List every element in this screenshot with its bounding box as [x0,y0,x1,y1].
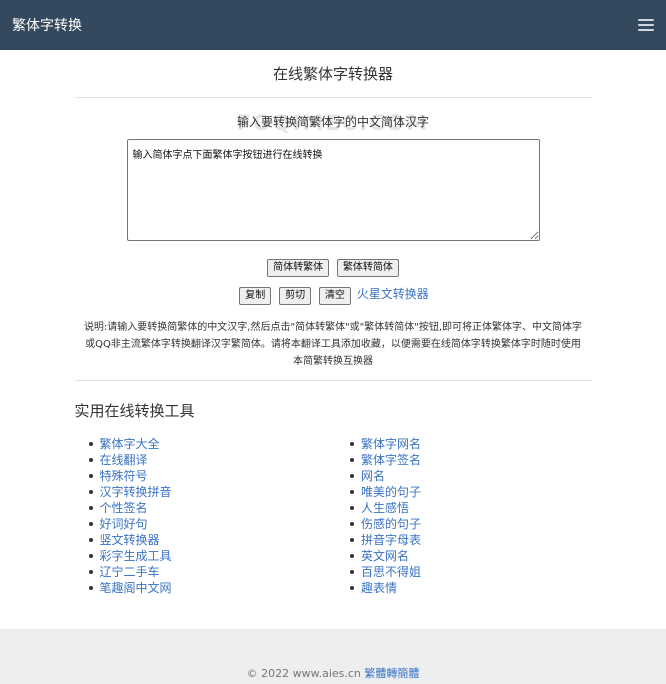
tool-link[interactable]: 辽宁二手车 [100,565,160,579]
tool-link[interactable]: 唯美的句子 [361,485,421,499]
tool-link[interactable]: 百思不得姐 [361,565,421,579]
divider [74,380,592,381]
tool-link[interactable]: 伤感的句子 [361,517,421,531]
list-item: 辽宁二手车 [88,564,334,580]
main-container: 在线繁体字转换器 FOQIMEC.COM 输入要转换简繁体字的中文简体汉字 输入… [74,63,592,596]
tool-link[interactable]: 汉字转换拼音 [100,485,172,499]
list-item: 百思不得姐 [350,564,592,580]
tool-link[interactable]: 趣表情 [361,581,397,595]
tool-link[interactable]: 彩字生成工具 [100,549,172,563]
tool-link[interactable]: 在线翻译 [100,453,148,467]
to-simplified-button[interactable]: 繁体转简体 [336,259,399,277]
list-item: 网名 [350,468,592,484]
input-prompt: 输入要转换简繁体字的中文简体汉字 [236,115,429,129]
tool-link[interactable]: 好词好句 [100,517,148,531]
to-traditional-button[interactable]: 简体转繁体 [267,259,330,277]
clear-button[interactable]: 清空 [318,287,351,305]
tool-link[interactable]: 特殊符号 [100,469,148,483]
tool-link[interactable]: 个性签名 [100,501,148,515]
description-text: 说明:请输入要转换简繁体的中文汉字,然后点击"简体转繁体"或"繁体转简体"按钮,… [83,322,583,367]
list-item: 在线翻译 [88,452,334,468]
list-item: 竖文转换器 [88,532,334,548]
copy-button[interactable]: 复制 [239,287,272,305]
tools-list-right: 繁体字网名 繁体字签名 网名 唯美的句子 人生感悟 伤感的句子 拼音字母表 英文… [333,436,592,596]
list-item: 繁体字网名 [350,436,592,452]
page-title: 在线繁体字转换器 [272,65,393,83]
list-item: 人生感悟 [350,500,592,516]
list-item: 英文网名 [350,548,592,564]
list-item: 伤感的句子 [350,516,592,532]
footer-copyright: © 2022 www.aies.cn [246,667,361,680]
list-item: 个性签名 [88,500,334,516]
tool-link[interactable]: 繁体字签名 [361,453,421,467]
martian-converter-link[interactable]: 火星文转换器 [357,287,429,301]
convert-button-row: 简体转繁体 繁体转简体 [75,259,592,277]
list-item: 拼音字母表 [350,532,592,548]
tool-link[interactable]: 英文网名 [361,549,409,563]
top-navbar: 繁体字转换 [0,0,666,50]
list-item: 彩字生成工具 [88,548,334,564]
tools-list-left: 繁体字大全 在线翻译 特殊符号 汉字转换拼音 个性签名 好词好句 竖文转换器 彩… [75,436,334,596]
hamburger-menu-icon[interactable] [638,19,654,31]
list-item: 汉字转换拼音 [88,484,334,500]
list-item: 特殊符号 [88,468,334,484]
list-item: 笔趣阁中文网 [88,580,334,596]
tool-link[interactable]: 拼音字母表 [361,533,421,547]
list-item: 趣表情 [350,580,592,596]
edit-button-row: 复制 剪切 清空 火星文转换器 [75,285,592,305]
tool-link[interactable]: 笔趣阁中文网 [100,581,172,595]
tool-link[interactable]: 人生感悟 [361,501,409,515]
page-footer: © 2022 www.aies.cn 繁體轉簡體 [0,629,666,684]
tool-link[interactable]: 繁体字大全 [100,437,160,451]
list-item: 好词好句 [88,516,334,532]
tool-link[interactable]: 网名 [361,469,385,483]
list-item: 唯美的句子 [350,484,592,500]
divider [74,97,592,98]
tools-section-title: 实用在线转换工具 [74,402,195,420]
list-item: 繁体字签名 [350,452,592,468]
tool-link[interactable]: 繁体字网名 [361,437,421,451]
tool-link[interactable]: 竖文转换器 [100,533,160,547]
tools-lists: 繁体字大全 在线翻译 特殊符号 汉字转换拼音 个性签名 好词好句 竖文转换器 彩… [75,436,592,596]
list-item: 繁体字大全 [88,436,334,452]
cut-button[interactable]: 剪切 [279,287,312,305]
input-prompt-wrap: FOQIMEC.COM 输入要转换简繁体字的中文简体汉字 [75,111,592,135]
text-input-area[interactable]: 输入简体字点下面繁体字按钮进行在线转换 [126,139,540,241]
footer-link[interactable]: 繁體轉簡體 [364,667,419,680]
brand-title[interactable]: 繁体字转换 [12,15,82,35]
